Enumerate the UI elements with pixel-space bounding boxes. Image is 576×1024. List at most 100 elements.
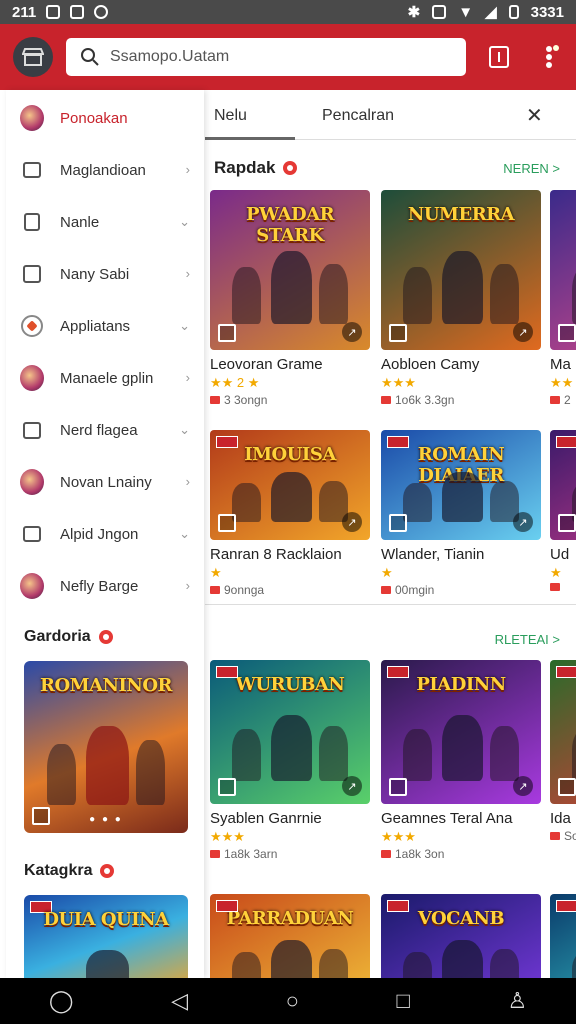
chevron-icon: ⌄ — [179, 318, 190, 333]
drawer-item[interactable]: Maglandioan › — [6, 144, 204, 196]
more-button[interactable] — [536, 42, 562, 72]
recents-button[interactable]: □ — [397, 988, 410, 1014]
character-art — [572, 729, 576, 781]
label-badge-icon — [556, 666, 576, 678]
game-thumbnail: ↗ — [550, 190, 576, 350]
character-art — [232, 729, 262, 781]
drawer-item-label: Appliatans — [60, 317, 131, 335]
tab-indicator — [205, 137, 295, 140]
game-art-title: VOCANB — [417, 908, 505, 929]
back-button[interactable]: ◁ — [171, 988, 188, 1014]
drawer-item-label: Nanle — [60, 213, 100, 231]
badge-icon — [210, 396, 220, 404]
badge-icon — [550, 583, 560, 591]
app-badge-icon — [389, 324, 407, 342]
game-card[interactable]: ↗ Ma ★★ 2 — [550, 190, 576, 407]
drawer-item-label: Maglandioan — [60, 161, 146, 179]
character-art — [270, 939, 313, 978]
status-bar: 211 ✱ ▼ ◢ 3331 — [0, 0, 576, 24]
drawer-item[interactable]: Appliatans ⌄ — [6, 300, 204, 352]
vibrate-icon — [432, 5, 447, 19]
game-art-title: NUMERRA — [407, 204, 515, 225]
section-katagkra-title: Katagkra — [24, 862, 93, 879]
main-content: Nelu Pencalran ✕ Rapdak NEREN > PWADAR S… — [205, 90, 576, 978]
character-art — [441, 714, 484, 781]
tab-bar: Nelu Pencalran ✕ — [205, 90, 576, 140]
more-link[interactable]: NEREN > — [503, 161, 560, 176]
drawer-item[interactable]: Ponoakan — [6, 92, 204, 144]
game-card[interactable]: VOCANB↗ — [381, 894, 541, 978]
drawer-item[interactable]: Manaele gplin › — [6, 352, 204, 404]
character-art — [318, 949, 348, 978]
label-badge-icon — [387, 436, 409, 448]
game-meta-row: 2 — [550, 393, 576, 407]
badge-icon — [381, 586, 391, 594]
game-meta-row: 3 3ongn — [210, 393, 370, 407]
section-gardoria-title: Gardoria — [24, 628, 91, 645]
status-time: 211 — [12, 3, 37, 21]
game-name: Ranran 8 Racklaion — [210, 546, 342, 563]
drawer-item[interactable]: Nanle ⌄ — [6, 196, 204, 248]
featured-game-card[interactable]: ROMANINOR ● ● ● — [24, 661, 188, 833]
app-badge-icon — [218, 514, 236, 532]
character-art — [46, 743, 77, 806]
carousel-dots: ● ● ● — [89, 814, 123, 825]
label-badge-icon — [216, 666, 238, 678]
tab-nelu[interactable]: Nelu — [214, 107, 247, 125]
badge-icon — [98, 630, 113, 644]
close-icon[interactable]: ✕ — [526, 103, 543, 128]
more-link[interactable]: RLETEAI > — [495, 632, 560, 647]
game-card[interactable]: PARRADUAN↗ — [210, 894, 370, 978]
game-card[interactable]: WURUBAN ↗ Syablen Ganrnie ★★★ 1a8k 3arn — [210, 660, 370, 861]
game-meta: 9onnga — [224, 583, 265, 597]
image-icon — [70, 5, 85, 19]
game-card[interactable]: PWADAR STARK ↗ Leovoran Grame ★★ 2 ★ 3 3ongn — [210, 190, 370, 407]
share-icon[interactable]: ↗ — [513, 512, 533, 532]
library-button[interactable] — [486, 42, 512, 72]
character-art — [403, 951, 433, 978]
home-button[interactable]: ○ — [286, 988, 299, 1014]
search-input[interactable]: Ssamopo.Uatam — [66, 38, 466, 76]
share-icon[interactable]: ↗ — [342, 322, 362, 342]
drawer-item[interactable]: Nerd flagea ⌄ — [6, 404, 204, 456]
category-game-card[interactable]: DUIA QUINA — [24, 895, 188, 978]
drawer-item[interactable]: Nefly Barge › — [6, 560, 204, 612]
label-badge-icon — [216, 436, 238, 448]
search-text: Ssamopo.Uatam — [110, 48, 230, 65]
drawer-item[interactable]: Alpid Jngon ⌄ — [6, 508, 204, 560]
game-name: Ida — [550, 810, 571, 827]
character-art — [403, 729, 433, 781]
game-card[interactable]: ↗ Ud ★ — [550, 430, 576, 591]
game-card[interactable]: IMOUISA ↗ Ranran 8 Racklaion ★ 9onnga — [210, 430, 370, 597]
category-game-art-title: DUIA QUINA — [43, 909, 169, 930]
drawer-item[interactable]: Nany Sabi › — [6, 248, 204, 300]
character-art — [441, 250, 484, 325]
game-art-title: WURUBAN — [235, 674, 345, 695]
chevron-icon: ⌄ — [179, 526, 190, 541]
game-card[interactable]: ↗ Ida Soo — [550, 660, 576, 843]
badge-icon — [381, 850, 391, 858]
game-meta-row: 9onnga — [210, 583, 370, 597]
tab-pencalran[interactable]: Pencalran — [322, 107, 394, 125]
share-icon[interactable]: ↗ — [513, 322, 533, 342]
assistant-button[interactable]: ◯ — [49, 988, 74, 1014]
character-art — [86, 726, 129, 806]
share-icon[interactable]: ↗ — [513, 776, 533, 796]
game-card[interactable]: ROMAIN DIAIAER↗ Wlander, Tianin ★00mgin — [381, 430, 541, 597]
drawer-item-label: Nany Sabi — [60, 265, 130, 283]
share-icon[interactable]: ↗ — [342, 512, 362, 532]
game-meta-row: 00mgin — [381, 583, 541, 597]
game-thumbnail: ↗ — [550, 894, 576, 978]
store-button[interactable] — [13, 37, 53, 77]
character-art — [232, 266, 262, 325]
drawer-item-label: Novan Lnainy — [60, 473, 152, 491]
drawer-item[interactable]: Novan Lnainy › — [6, 456, 204, 508]
accessibility-button[interactable]: ♙ — [507, 988, 527, 1014]
share-icon[interactable]: ↗ — [342, 776, 362, 796]
wifi-icon: ▼ — [458, 3, 474, 21]
game-card[interactable]: ↗ — [550, 894, 576, 978]
app-badge-icon — [558, 514, 576, 532]
notification-icon — [46, 5, 61, 19]
game-card[interactable]: NUMERRA ↗ Aobloen Camy ★★★ 1o6k 3.3gn — [381, 190, 541, 407]
game-card[interactable]: PIADINN ↗ Geamnes Teral Ana ★★★ 1a8k 3on — [381, 660, 541, 861]
